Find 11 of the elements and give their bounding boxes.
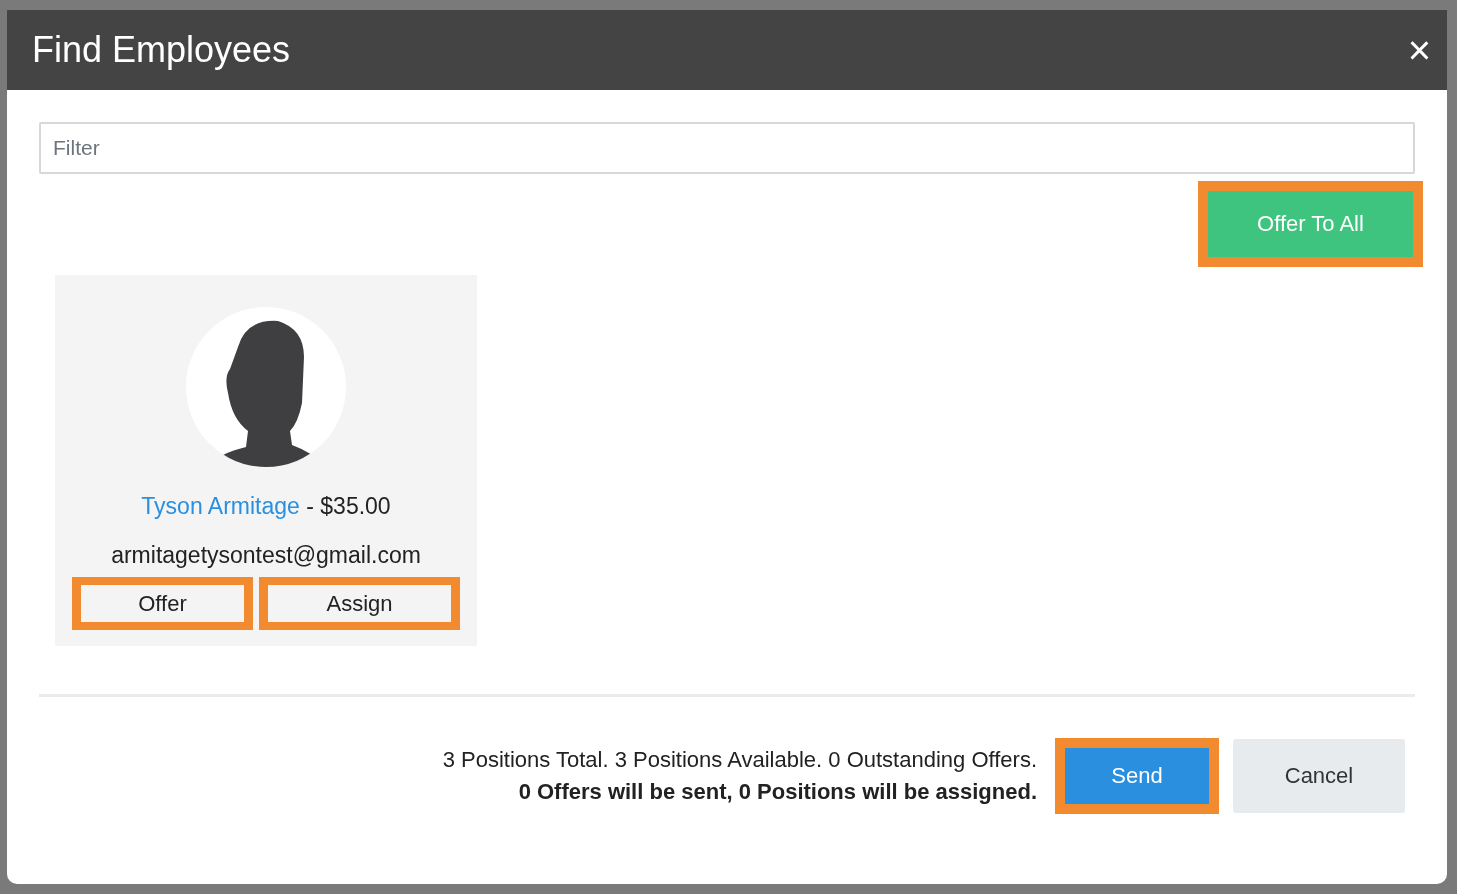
employee-name-rate: Tyson Armitage - $35.00 xyxy=(141,493,391,520)
dialog-title: Find Employees xyxy=(32,29,291,71)
filter-field[interactable]: Filter xyxy=(39,122,1415,174)
assign-button[interactable]: Assign xyxy=(268,585,451,622)
offer-button[interactable]: Offer xyxy=(81,585,244,622)
send-notice: 0 Offers will be sent, 0 Positions will be assigned. xyxy=(518,778,1037,806)
avatar-icon xyxy=(186,307,346,467)
cancel-button[interactable]: Cancel xyxy=(1233,739,1405,813)
employee-email: armitagetysontest@gmail.com xyxy=(111,542,421,569)
positions-summary: 3 Positions Total. 3 Positions Available. 0 Outstanding Offers. xyxy=(442,746,1037,774)
close-button[interactable]: × xyxy=(1401,30,1437,70)
